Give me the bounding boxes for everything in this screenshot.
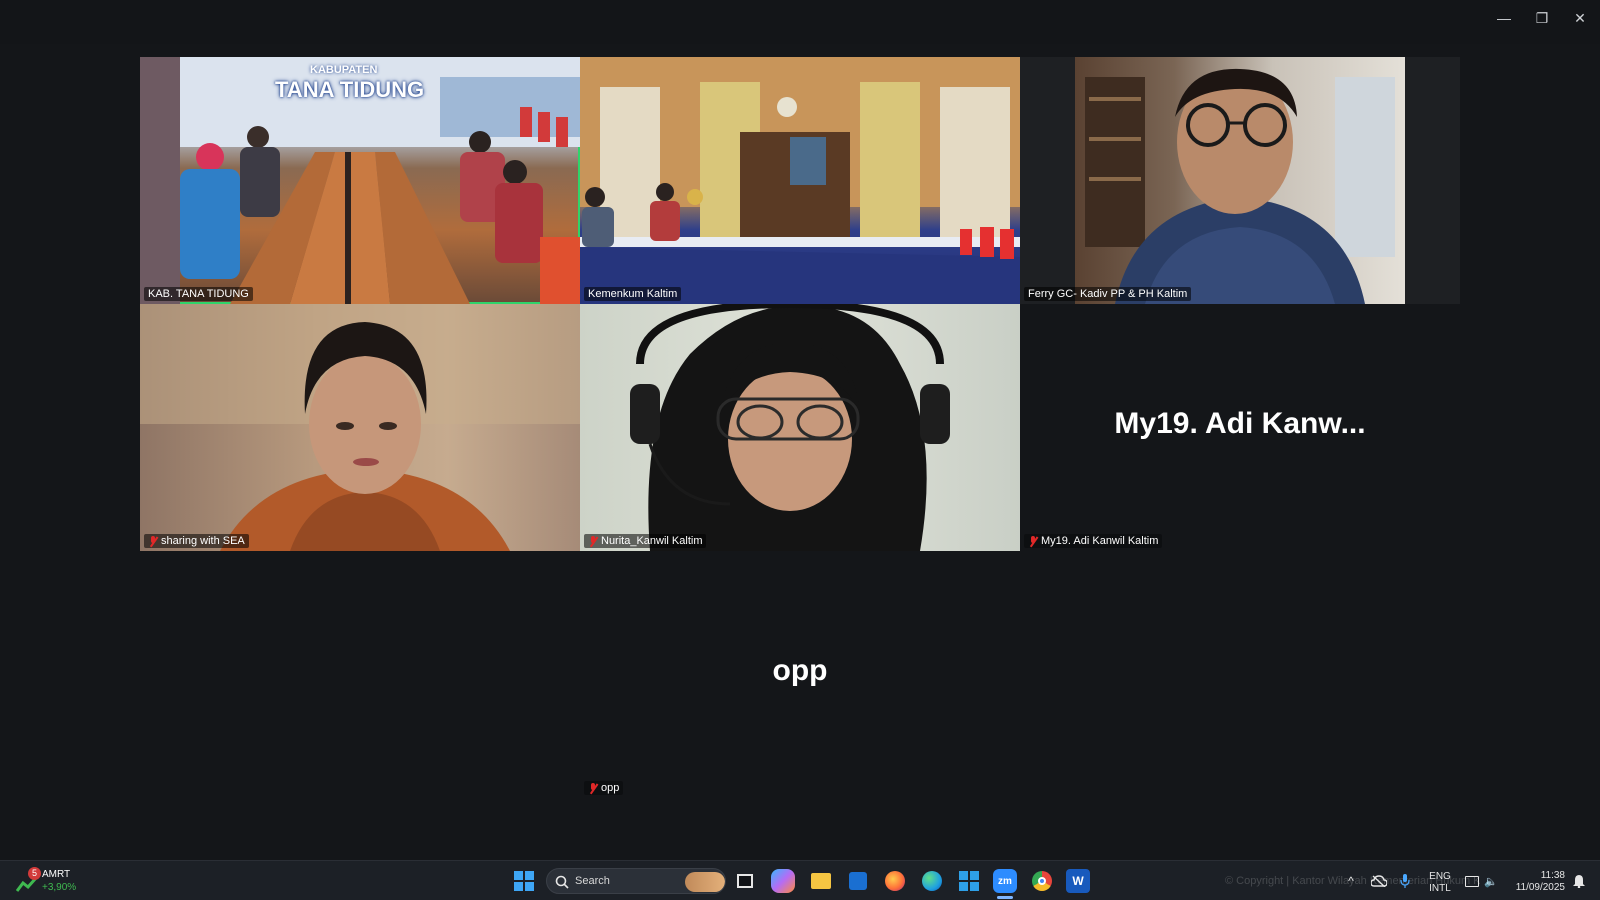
restore-button[interactable]: ❐ — [1525, 6, 1559, 30]
participant-display-name: My19. Adi Kanw... — [1114, 407, 1366, 440]
video-tile-kemenkum-kaltim[interactable]: Kemenkum Kaltim — [580, 57, 1020, 304]
participant-name-label: Nurita_Kanwil Kaltim — [584, 534, 707, 548]
grid-icon — [959, 871, 979, 891]
mic-muted-icon — [148, 535, 158, 547]
search-icon — [555, 875, 569, 889]
participant-name-label: My19. Adi Kanwil Kaltim — [1024, 534, 1163, 548]
participant-name-label: sharing with SEA — [144, 534, 249, 548]
task-view-icon[interactable] — [733, 869, 757, 893]
keyboard-layout: INTL — [1429, 883, 1451, 894]
cloud-off-icon[interactable] — [1370, 869, 1388, 893]
participant-display-name: opp — [772, 654, 828, 687]
volume-icon[interactable]: 🔈 — [1482, 869, 1500, 893]
network-icon[interactable] — [1463, 869, 1481, 893]
language-indicator[interactable]: ENG INTL — [1424, 871, 1456, 895]
microphone-icon[interactable] — [1398, 869, 1412, 893]
mic-muted-icon — [588, 535, 598, 547]
mic-muted-icon — [1028, 535, 1038, 547]
search-placeholder: Search — [575, 875, 610, 887]
participant-name-label: Kemenkum Kaltim — [584, 287, 682, 301]
person-video — [140, 304, 580, 551]
minimize-button[interactable]: — — [1487, 6, 1521, 30]
microsoft-store-icon[interactable] — [846, 869, 870, 893]
zoom-icon[interactable]: zm — [993, 869, 1017, 893]
language-code: ENG — [1429, 871, 1451, 882]
firefox-icon[interactable] — [883, 869, 907, 893]
edge-icon[interactable] — [920, 869, 944, 893]
window-titlebar: — ❐ ✕ — [0, 0, 1600, 44]
video-feed — [1075, 57, 1405, 304]
mic-muted-icon — [588, 782, 598, 794]
file-explorer-icon[interactable] — [809, 869, 833, 893]
cloud-shape — [1371, 875, 1387, 887]
bell-shape — [1573, 875, 1585, 888]
conference-room-scene — [580, 57, 1020, 304]
start-button[interactable] — [512, 869, 536, 893]
close-button[interactable]: ✕ — [1563, 6, 1597, 30]
participant-name-label: opp — [584, 781, 624, 795]
participant-name-label: KAB. TANA TIDUNG — [144, 287, 253, 301]
video-tile-sharing-with-sea[interactable]: sharing with SEA — [140, 304, 580, 551]
banner-title: TANA TIDUNG — [275, 77, 425, 102]
zoom-active-indicator — [997, 896, 1013, 899]
stock-widget[interactable]: 5 AMRT +3,90% — [14, 867, 84, 895]
notification-badge: 5 — [28, 867, 41, 880]
stock-change: +3,90% — [42, 882, 77, 893]
video-tile-ferry-gc[interactable]: Ferry GC- Kadiv PP & PH Kaltim — [1020, 57, 1460, 304]
person-video — [1085, 68, 1395, 304]
video-gallery: KABUPATEN TANA TIDUNG KAB. TANA TIDUNG K… — [0, 44, 1600, 860]
windows-logo-icon — [514, 871, 534, 891]
taskbar-search-box[interactable]: Search — [546, 868, 726, 894]
participant-name-label: Ferry GC- Kadiv PP & PH Kaltim — [1024, 287, 1192, 301]
video-tile-my19-adi-kanwil-kaltim[interactable]: My19. Adi Kanw... My19. Adi Kanwil Kalti… — [1020, 304, 1460, 551]
search-highlight-image — [685, 872, 725, 892]
clock-time: 11:38 — [1540, 870, 1565, 881]
video-tile-nurita-kanwil-kaltim[interactable]: Nurita_Kanwil Kaltim — [580, 304, 1020, 551]
video-tile-kab-tana-tidung[interactable]: KABUPATEN TANA TIDUNG KAB. TANA TIDUNG — [140, 57, 580, 304]
clock-date: 11/09/2025 — [1515, 882, 1565, 893]
video-tile-opp[interactable]: opp opp — [580, 551, 1020, 798]
clock[interactable]: 11:38 11/09/2025 — [1503, 870, 1565, 894]
banner-subtitle: KABUPATEN — [310, 64, 378, 76]
windows-widget-icon[interactable] — [957, 869, 981, 893]
stock-ticker: AMRT — [42, 869, 71, 880]
windows-taskbar: 5 AMRT +3,90% Search zm W © Copyright | … — [0, 860, 1600, 900]
notification-bell-icon[interactable] — [1570, 869, 1588, 893]
word-icon[interactable]: W — [1066, 869, 1090, 893]
mic-shape — [1400, 874, 1410, 888]
chrome-icon[interactable] — [1030, 869, 1054, 893]
copilot-icon[interactable] — [771, 869, 795, 893]
person-video — [630, 304, 950, 551]
chevron-up-icon[interactable]: ^ — [1343, 869, 1359, 893]
